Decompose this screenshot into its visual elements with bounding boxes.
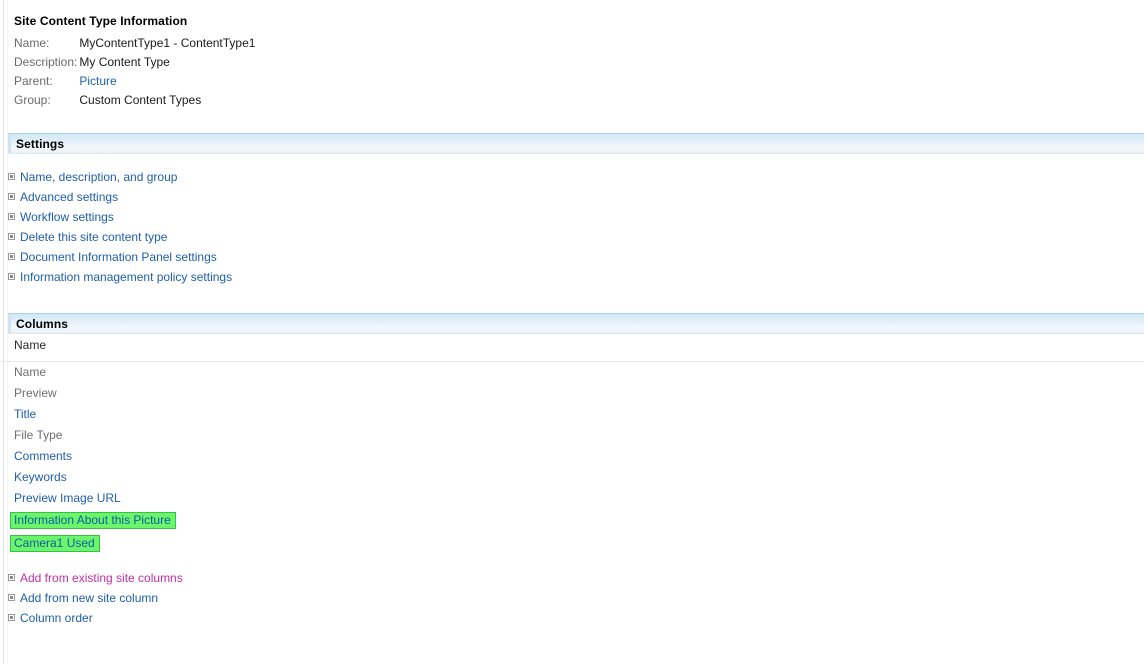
settings-item-document-information-panel[interactable]: Document Information Panel settings: [8, 247, 232, 267]
column-cell-name: Keywords: [0, 467, 634, 488]
column-actions-link-list: Add from existing site columns Add from …: [8, 568, 183, 628]
bullet-square-icon: [8, 594, 15, 601]
column-name-link[interactable]: Title: [14, 407, 36, 421]
bullet-square-icon: [8, 173, 15, 180]
highlight-box-information-about-this-picture: Information About this Picture: [10, 512, 176, 529]
settings-section-title: Settings: [16, 137, 65, 151]
info-value-group: Custom Content Types: [79, 93, 202, 107]
info-value-name: MyContentType1 - ContentType1: [79, 36, 256, 50]
column-name-text: Preview: [14, 386, 57, 400]
table-row: Name File Required: [0, 362, 1144, 384]
action-add-from-new-site-column[interactable]: Add from new site column: [8, 588, 183, 608]
action-link-label[interactable]: Add from existing site columns: [20, 571, 183, 585]
columns-table-header-row: Name Type Status: [0, 338, 1144, 362]
table-row: Comments Multiple lines of text Optional: [0, 446, 1144, 467]
info-row-name: Name: MyContentType1 - ContentType1: [14, 36, 255, 55]
column-cell-name: Title: [0, 404, 634, 425]
column-name-link[interactable]: Preview Image URL: [14, 491, 121, 505]
info-value-description: My Content Type: [79, 55, 170, 69]
site-content-type-page: Site Content Type Information Name: MyCo…: [0, 0, 1144, 664]
columns-table: Name Type Status Name File Required Prev…: [0, 338, 1144, 555]
column-cell-type: Multiple lines of text: [634, 509, 1144, 532]
action-add-from-existing-site-columns[interactable]: Add from existing site columns: [8, 568, 183, 588]
column-cell-type: Multiple lines of text: [634, 467, 1144, 488]
info-label-parent: Parent:: [14, 74, 53, 88]
settings-link-label[interactable]: Information management policy settings: [20, 270, 232, 284]
bullet-square-icon: [8, 273, 15, 280]
info-label-group: Group:: [14, 93, 51, 107]
bullet-square-icon: [8, 193, 15, 200]
column-cell-name: Comments: [0, 446, 634, 467]
settings-band-accent: [8, 134, 11, 153]
content-type-info-table: Name: MyContentType1 - ContentType1 Desc…: [14, 36, 255, 112]
settings-item-name-description-group[interactable]: Name, description, and group: [8, 167, 232, 187]
settings-link-label[interactable]: Advanced settings: [20, 190, 118, 204]
column-cell-name: Preview: [0, 383, 634, 404]
column-cell-type: Single line of text: [634, 404, 1144, 425]
table-row: Keywords Multiple lines of text Optional: [0, 467, 1144, 488]
column-cell-name: Information About this Picture: [0, 509, 634, 532]
column-cell-name: Name: [0, 362, 634, 384]
column-name-link[interactable]: Camera1 Used: [14, 536, 95, 550]
settings-link-label[interactable]: Workflow settings: [20, 210, 114, 224]
column-name-link[interactable]: Comments: [14, 449, 72, 463]
settings-link-label[interactable]: Delete this site content type: [20, 230, 167, 244]
site-content-type-information: Site Content Type Information Name: MyCo…: [14, 14, 1130, 112]
settings-link-label[interactable]: Document Information Panel settings: [20, 250, 217, 264]
column-name-link[interactable]: Information About this Picture: [14, 513, 171, 527]
table-row: File Type Computed Optional: [0, 425, 1144, 446]
column-cell-name: Camera1 Used: [0, 532, 634, 555]
settings-item-information-management-policy[interactable]: Information management policy settings: [8, 267, 232, 287]
parent-content-type-link[interactable]: Picture: [79, 74, 116, 88]
column-header-name: Name: [0, 338, 634, 362]
highlight-box-camera1-used: Camera1 Used: [10, 535, 100, 552]
column-cell-type: Single line of text: [634, 532, 1144, 555]
settings-link-label[interactable]: Name, description, and group: [20, 170, 177, 184]
info-row-group: Group: Custom Content Types: [14, 93, 255, 112]
column-cell-type: Multiple lines of text: [634, 446, 1144, 467]
settings-item-workflow-settings[interactable]: Workflow settings: [8, 207, 232, 227]
action-link-label[interactable]: Column order: [20, 611, 93, 625]
settings-item-advanced-settings[interactable]: Advanced settings: [8, 187, 232, 207]
table-row: Information About this Picture Multiple …: [0, 509, 1144, 532]
info-label-description: Description:: [14, 55, 78, 69]
column-cell-name: File Type: [0, 425, 634, 446]
bullet-square-icon: [8, 614, 15, 621]
columns-section-header: Columns: [8, 313, 1144, 334]
column-cell-type: Hyperlink or Picture: [634, 488, 1144, 509]
info-row-description: Description: My Content Type: [14, 55, 255, 74]
action-link-label[interactable]: Add from new site column: [20, 591, 158, 605]
column-name-text: File Type: [14, 428, 63, 442]
page-left-rule: [3, 0, 4, 664]
column-cell-type: Computed: [634, 425, 1144, 446]
column-header-type: Type: [634, 338, 1144, 362]
columns-section-title: Columns: [16, 317, 69, 331]
column-cell-type: Computed: [634, 383, 1144, 404]
columns-band-accent: [8, 314, 11, 333]
column-cell-type: File: [634, 362, 1144, 384]
action-column-order[interactable]: Column order: [8, 608, 183, 628]
column-name-text: Name: [14, 365, 47, 379]
table-row: Preview Image URL Hyperlink or Picture O…: [0, 488, 1144, 509]
bullet-square-icon: [8, 253, 15, 260]
bullet-square-icon: [8, 233, 15, 240]
settings-section-header: Settings: [8, 133, 1144, 154]
settings-link-list: Name, description, and group Advanced se…: [8, 167, 232, 287]
table-row: Preview Computed Optional: [0, 383, 1144, 404]
info-value-parent: Picture: [77, 74, 255, 93]
column-cell-name: Preview Image URL: [0, 488, 634, 509]
page-title: Site Content Type Information: [14, 14, 188, 28]
settings-item-delete-site-content-type[interactable]: Delete this site content type: [8, 227, 232, 247]
info-label-name: Name:: [14, 36, 50, 50]
table-row: Camera1 Used Single line of text Optiona…: [0, 532, 1144, 555]
bullet-square-icon: [8, 213, 15, 220]
info-row-parent: Parent: Picture: [14, 74, 255, 93]
bullet-square-icon: [8, 574, 15, 581]
table-row: Title Single line of text Optional: [0, 404, 1144, 425]
column-name-link[interactable]: Keywords: [14, 470, 67, 484]
